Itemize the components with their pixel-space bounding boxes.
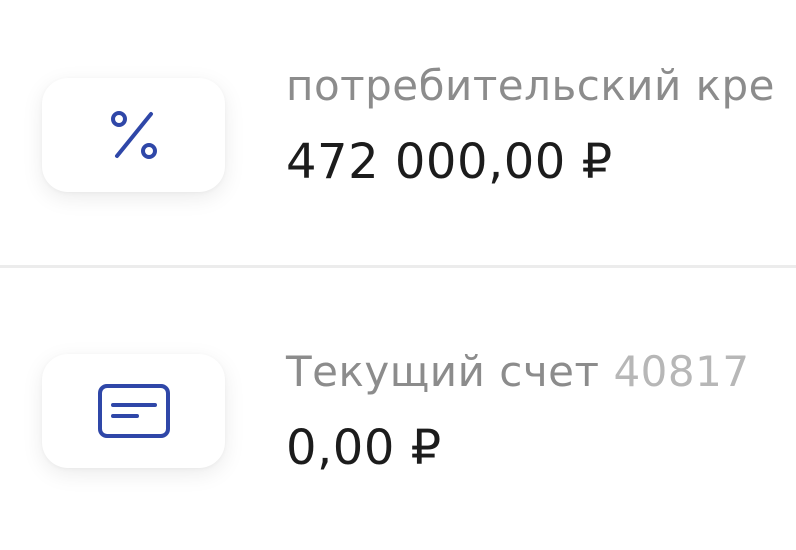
card-icon — [97, 384, 170, 438]
account-number: 40817 — [613, 347, 750, 396]
percent-icon — [110, 111, 157, 159]
account-icon-tile — [42, 354, 225, 468]
account-amount: 472 000,00 ₽ — [286, 134, 613, 190]
account-icon-tile — [42, 78, 225, 192]
account-row-current-account[interactable]: Текущий счет 40817 0,00 ₽ — [0, 268, 796, 550]
account-name-line: Текущий счет 40817 — [286, 344, 796, 400]
account-row-consumer-credit[interactable]: потребительский кре 472 000,00 ₽ — [0, 0, 796, 266]
account-info: Текущий счет 40817 0,00 ₽ — [286, 344, 796, 478]
account-info: потребительский кре 472 000,00 ₽ — [286, 58, 796, 192]
account-name: потребительский кре — [286, 61, 775, 110]
account-name: Текущий счет — [286, 347, 600, 396]
account-amount: 0,00 ₽ — [286, 420, 442, 476]
